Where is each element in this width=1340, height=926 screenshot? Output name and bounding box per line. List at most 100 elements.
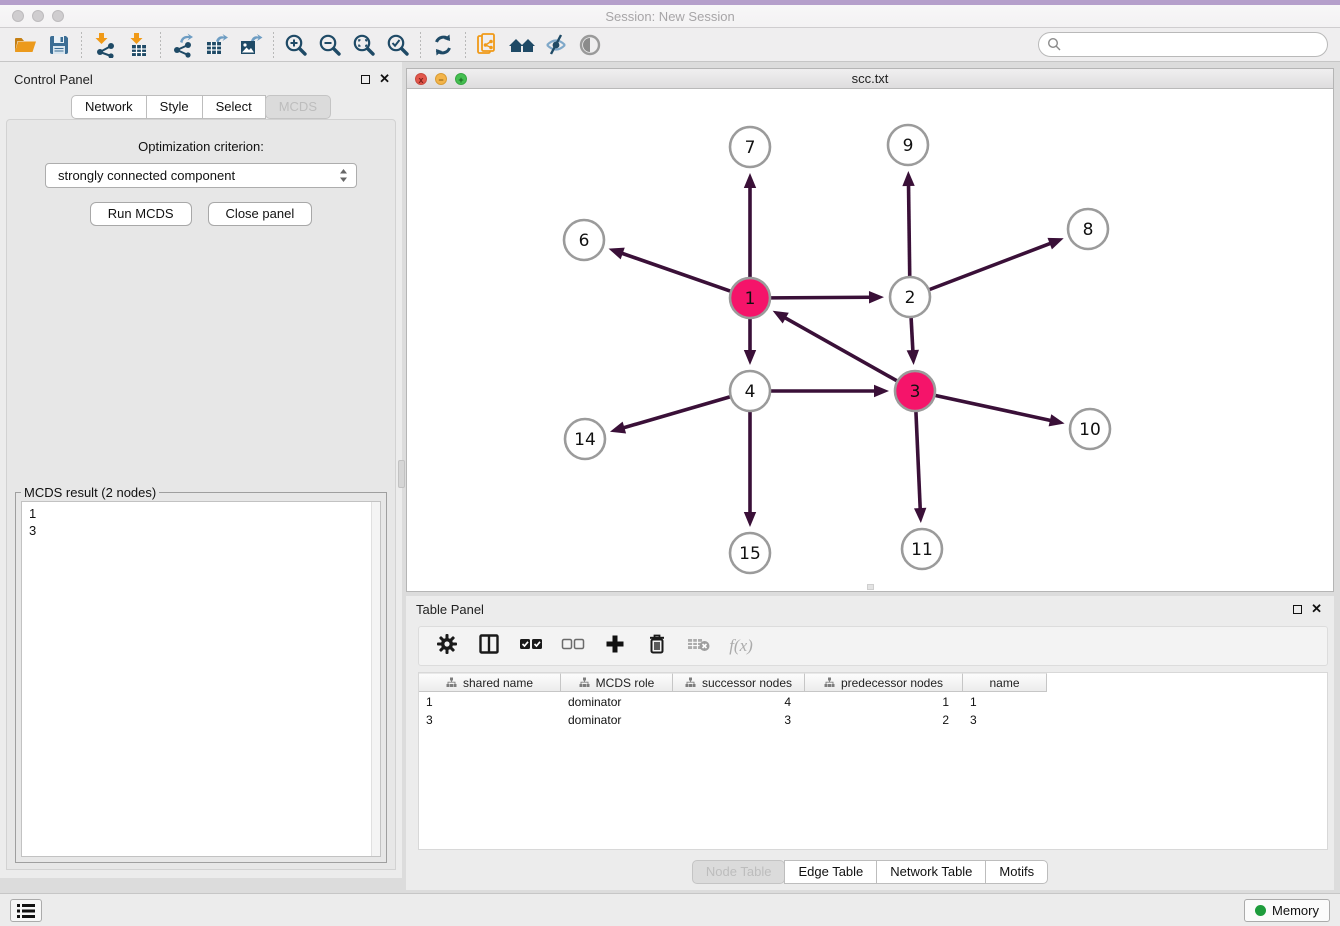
tab-edge-table[interactable]: Edge Table [784, 860, 877, 884]
tab-motifs[interactable]: Motifs [985, 860, 1048, 884]
column-header-mcds-role[interactable]: MCDS role [561, 673, 673, 692]
close-panel-icon[interactable]: ✕ [379, 74, 390, 84]
zoom-in-button[interactable] [279, 30, 313, 60]
graph-edge[interactable] [909, 184, 910, 276]
export-network-icon [170, 32, 196, 58]
refresh-button[interactable] [426, 30, 460, 60]
eye-slash-icon [543, 32, 569, 58]
tab-network-table[interactable]: Network Table [876, 860, 986, 884]
import-table-button[interactable] [121, 30, 155, 60]
memory-button[interactable]: Memory [1244, 899, 1330, 922]
graph-edge-arrowhead[interactable] [1047, 238, 1063, 250]
table-panel: Table Panel ✕ [406, 596, 1334, 890]
mcds-result-box[interactable]: 1 3 [21, 501, 381, 857]
import-network-button[interactable] [87, 30, 121, 60]
cell-mcds-role[interactable]: dominator [561, 713, 673, 727]
hide-selected-button[interactable] [539, 30, 573, 60]
graph-edge-arrowhead[interactable] [907, 350, 919, 365]
close-panel-button[interactable]: Close panel [208, 202, 313, 226]
table-tabs: Node Table Edge Table Network Table Moti… [406, 860, 1334, 884]
column-header-shared-name[interactable]: shared name [419, 673, 561, 692]
tab-mcds[interactable]: MCDS [265, 95, 331, 119]
canvas-splitter-handle[interactable] [867, 584, 874, 590]
graph-edge[interactable] [622, 397, 729, 428]
zoom-out-button[interactable] [313, 30, 347, 60]
graph-edge-arrowhead[interactable] [610, 422, 626, 434]
optimization-criterion-label: Optimization criterion: [7, 139, 395, 154]
graph-edge-arrowhead[interactable] [609, 248, 625, 260]
tab-network[interactable]: Network [71, 95, 147, 119]
cell-name[interactable]: 1 [963, 695, 1047, 709]
table-options-button[interactable] [433, 632, 461, 660]
column-header-name[interactable]: name [963, 673, 1047, 692]
graph-edge-arrowhead[interactable] [874, 385, 889, 397]
export-network-button[interactable] [166, 30, 200, 60]
column-header-predecessor-nodes[interactable]: predecessor nodes [805, 673, 963, 692]
tree-icon [446, 677, 457, 688]
export-image-button[interactable] [234, 30, 268, 60]
show-columns-button[interactable] [475, 632, 503, 660]
function-builder-button[interactable]: f(x) [727, 632, 755, 660]
open-session-button[interactable] [8, 30, 42, 60]
toolbar-separator [465, 32, 466, 58]
graph-node-label: 11 [911, 540, 933, 560]
table-row[interactable]: 1 dominator 4 1 1 [419, 694, 1327, 710]
result-scrollbar[interactable] [371, 502, 380, 856]
criterion-select[interactable]: strongly connected component [45, 163, 357, 188]
column-header-successor-nodes[interactable]: successor nodes [673, 673, 805, 692]
graph-edge-arrowhead[interactable] [744, 512, 756, 527]
graph-edge-arrowhead[interactable] [914, 508, 926, 523]
cell-predecessor-nodes[interactable]: 1 [805, 695, 963, 709]
tab-style[interactable]: Style [146, 95, 203, 119]
panel-splitter-handle[interactable] [398, 460, 405, 488]
search-input[interactable] [1062, 35, 1327, 55]
graph-edge[interactable] [936, 395, 1052, 420]
show-all-button[interactable] [573, 30, 607, 60]
save-session-button[interactable] [42, 30, 76, 60]
table-panel-title: Table Panel [416, 602, 484, 617]
cell-successor-nodes[interactable]: 3 [673, 713, 805, 727]
create-column-button[interactable] [601, 632, 629, 660]
cell-successor-nodes[interactable]: 4 [673, 695, 805, 709]
graph-edge[interactable] [911, 318, 913, 352]
cell-name[interactable]: 3 [963, 713, 1047, 727]
graph-edge[interactable] [930, 243, 1052, 290]
table-row[interactable]: 3 dominator 3 2 3 [419, 712, 1327, 728]
cell-predecessor-nodes[interactable]: 2 [805, 713, 963, 727]
tree-icon [824, 677, 835, 688]
graph-edge-arrowhead[interactable] [744, 173, 756, 188]
graph-node-label: 4 [745, 382, 756, 402]
graph-edge-arrowhead[interactable] [869, 291, 884, 303]
cell-shared-name[interactable]: 3 [419, 713, 561, 727]
mcds-result-group: MCDS result (2 nodes) 1 3 [15, 492, 387, 863]
clone-network-button[interactable] [471, 30, 505, 60]
cell-mcds-role[interactable]: dominator [561, 695, 673, 709]
unselect-all-columns-button[interactable] [559, 632, 587, 660]
graph-edge-arrowhead[interactable] [902, 171, 914, 186]
preferred-layout-button[interactable] [505, 30, 539, 60]
graph-edge[interactable] [621, 253, 730, 291]
select-all-columns-button[interactable] [517, 632, 545, 660]
float-panel-icon[interactable] [361, 75, 370, 84]
float-panel-icon[interactable] [1293, 605, 1302, 614]
node-table-header: shared name MCDS role successor nodes pr… [419, 673, 1327, 692]
close-panel-icon[interactable]: ✕ [1311, 604, 1322, 614]
delete-table-button[interactable] [685, 632, 713, 660]
zoom-fit-button[interactable] [347, 30, 381, 60]
graph-edge[interactable] [771, 297, 871, 298]
tab-node-table[interactable]: Node Table [692, 860, 786, 884]
graph-edge[interactable] [916, 412, 920, 510]
delete-columns-button[interactable] [643, 632, 671, 660]
zoom-selected-button[interactable] [381, 30, 415, 60]
graph-edge-arrowhead[interactable] [1049, 414, 1065, 426]
stepper-icon [339, 168, 348, 183]
graph-edge[interactable] [784, 317, 897, 381]
task-history-button[interactable] [10, 899, 42, 922]
run-mcds-button[interactable]: Run MCDS [90, 202, 192, 226]
export-table-button[interactable] [200, 30, 234, 60]
network-canvas[interactable]: 7968124314101511 [407, 89, 1333, 591]
graph-edge-arrowhead[interactable] [744, 350, 756, 365]
cell-shared-name[interactable]: 1 [419, 695, 561, 709]
toolbar-separator [81, 32, 82, 58]
tab-select[interactable]: Select [202, 95, 266, 119]
